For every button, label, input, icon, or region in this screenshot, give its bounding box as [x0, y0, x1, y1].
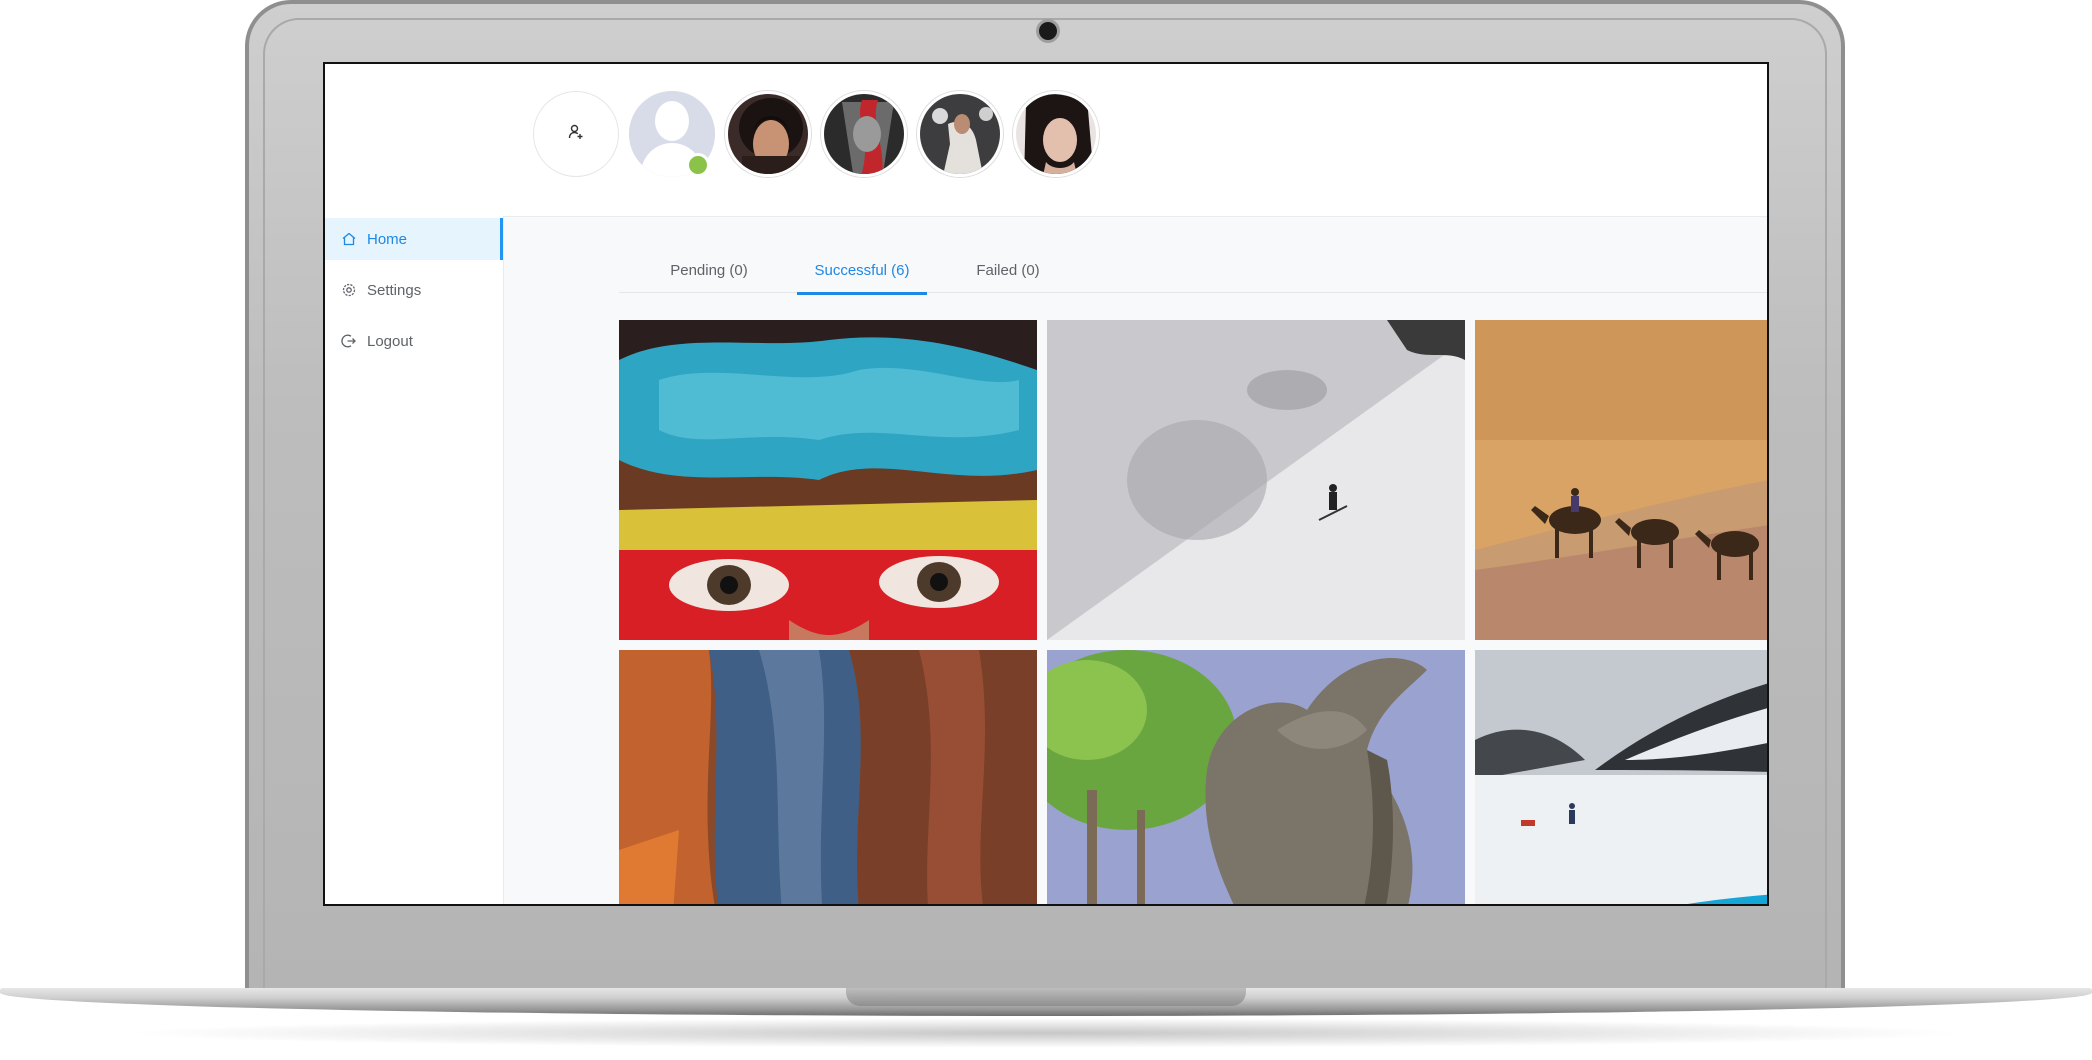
app-screen: Home Settings Logout Pending (0) Success…	[323, 62, 1769, 906]
gear-icon	[341, 282, 357, 298]
story-avatar[interactable]	[1013, 91, 1099, 177]
add-user-icon	[567, 123, 585, 146]
add-story-button[interactable]	[533, 91, 619, 177]
sidebar-item-label: Settings	[367, 281, 422, 299]
sidebar: Home Settings Logout	[325, 64, 504, 904]
gallery-image-snow-skier[interactable]	[1047, 320, 1465, 640]
sidebar-item-home[interactable]: Home	[325, 218, 503, 260]
sidebar-item-logout[interactable]: Logout	[325, 320, 503, 362]
gallery-image-camel-caravan[interactable]	[1475, 320, 1767, 640]
story-avatar[interactable]	[725, 91, 811, 177]
logout-icon	[341, 333, 357, 349]
sidebar-item-label: Logout	[367, 332, 413, 350]
laptop-shadow	[120, 1018, 1972, 1048]
status-tabs: Pending (0) Successful (6) Failed (0)	[619, 252, 1767, 295]
tab-pending[interactable]: Pending (0)	[649, 252, 769, 292]
story-avatar[interactable]	[917, 91, 1003, 177]
webcam-icon	[1039, 22, 1057, 40]
stories-bar	[503, 64, 1767, 217]
home-icon	[341, 231, 357, 247]
online-status-dot	[686, 153, 710, 177]
gallery-image-face-paint[interactable]	[619, 320, 1037, 640]
gallery-image-elephant[interactable]	[1047, 650, 1465, 904]
my-avatar[interactable]	[629, 91, 715, 177]
tab-successful[interactable]: Successful (6)	[797, 252, 927, 295]
sidebar-item-settings[interactable]: Settings	[325, 269, 503, 311]
laptop-notch	[846, 988, 1246, 1006]
gallery-image-canyon-rocks[interactable]	[619, 650, 1037, 904]
story-avatar[interactable]	[821, 91, 907, 177]
gallery-image-glacier-lake[interactable]	[1475, 650, 1767, 904]
sidebar-item-label: Home	[367, 230, 408, 248]
tab-failed[interactable]: Failed (0)	[955, 252, 1061, 292]
